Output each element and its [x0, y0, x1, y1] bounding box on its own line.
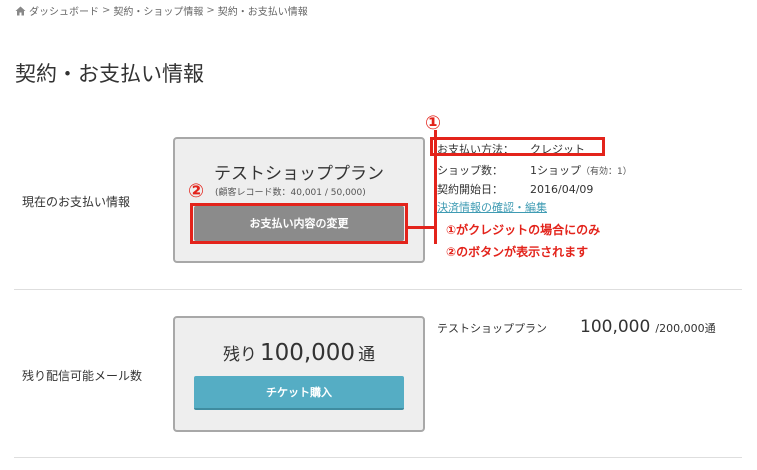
annotation-note-2: ②のボタンが表示されます	[446, 245, 589, 259]
annotation-marker-1: ①	[425, 112, 442, 134]
annotation-note-1: ①がクレジットの場合にのみ	[446, 223, 601, 237]
shop-count-active: （有効：1）	[581, 167, 632, 177]
contract-start-row: 契約開始日： 2016/04/09	[437, 181, 593, 197]
mail-count-total: /200,000通	[655, 322, 716, 335]
annotation-marker-2: ②	[188, 180, 205, 202]
breadcrumb-current: 契約・お支払い情報	[217, 7, 308, 18]
plan-card: テストショッププラン (顧客レコード数：40,001 / 50,000) お支払…	[173, 137, 425, 263]
mail-section-label: 残り配信可能メール数	[22, 369, 143, 383]
mail-card: 残り 100,000 通 チケット購入	[173, 316, 425, 432]
contract-start-value: 2016/04/09	[530, 183, 594, 196]
annotation-connector-horizontal	[408, 226, 436, 229]
payment-section-label: 現在のお支払い情報	[22, 195, 131, 209]
mail-count-current: 100,000	[580, 317, 651, 337]
ticket-purchase-button[interactable]: チケット購入	[194, 376, 404, 410]
remaining-unit: 通	[358, 345, 376, 365]
section-divider	[14, 289, 742, 290]
shop-count-label: ショップ数：	[437, 164, 503, 177]
remaining-prefix: 残り	[222, 345, 257, 365]
shop-count-value: 1ショップ	[530, 164, 581, 177]
breadcrumb-separator: >	[206, 5, 215, 16]
plan-name: テストショッププラン	[214, 164, 384, 184]
breadcrumb-dashboard[interactable]: ダッシュボード	[29, 3, 99, 18]
breadcrumb-separator: >	[102, 5, 111, 16]
section-divider	[14, 457, 742, 458]
page-title: 契約・お支払い情報	[15, 62, 204, 86]
home-icon[interactable]	[15, 6, 26, 16]
change-button-highlight	[190, 203, 408, 244]
breadcrumb: ダッシュボード > 契約・ショップ情報 > 契約・お支払い情報	[15, 3, 308, 18]
mail-plan-name: テストショッププラン	[437, 322, 547, 335]
contract-start-label: 契約開始日：	[437, 183, 503, 196]
shop-count-row: ショップ数： 1ショップ（有効：1）	[437, 162, 632, 178]
breadcrumb-contract-shop[interactable]: 契約・ショップ情報	[113, 3, 203, 18]
payment-method-highlight	[430, 137, 605, 156]
mail-count: 100,000 /200,000通	[580, 317, 716, 337]
payment-info-link[interactable]: 決済情報の確認・編集	[437, 199, 547, 215]
remaining-mail-count: 残り 100,000 通	[175, 340, 423, 366]
remaining-number: 100,000	[259, 340, 356, 366]
customer-record-count: (顧客レコード数：40,001 / 50,000)	[215, 188, 366, 198]
